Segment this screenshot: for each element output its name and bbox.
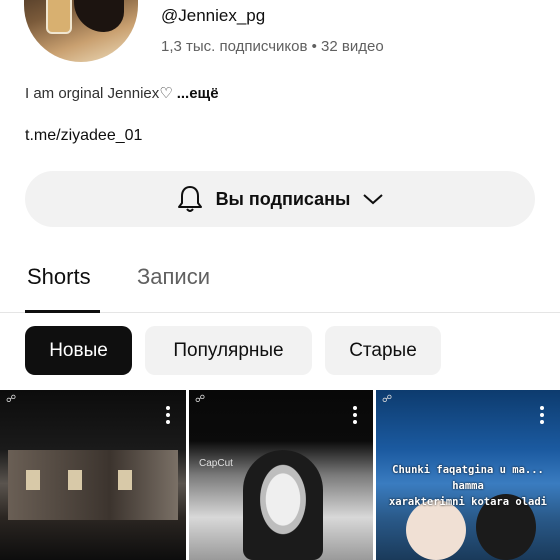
more-options-icon[interactable] xyxy=(166,406,170,427)
avatar-hair-shape xyxy=(74,0,124,32)
channel-avatar[interactable] xyxy=(24,0,138,62)
watermark-icon: ☍ xyxy=(195,394,206,405)
short-thumbnail-3[interactable]: ☍ Chunki faqatgina u ma... hamma xarakte… xyxy=(376,390,560,560)
thumbnail-portrait xyxy=(243,450,323,560)
subscribed-button[interactable]: Вы подписаны xyxy=(25,171,535,227)
short-thumbnail-2[interactable]: ☍ CapCut xyxy=(189,390,373,560)
short-caption-line-2: xarakterimni kotara oladi xyxy=(388,496,548,508)
bio-text: I am orginal Jenniex♡ xyxy=(25,85,173,102)
tab-posts[interactable]: Записи xyxy=(137,264,210,290)
active-tab-indicator xyxy=(25,310,100,313)
subscribed-label: Вы подписаны xyxy=(215,188,351,209)
short-caption-line-1: Chunki faqatgina u ma... hamma xyxy=(392,464,544,492)
short-thumbnail-1[interactable]: ☍ xyxy=(0,390,186,560)
channel-meta: 1,3 тыс. подписчиков • 32 видео xyxy=(161,38,384,55)
channel-bio[interactable]: I am orginal Jenniex♡ ...ещё xyxy=(25,84,219,102)
watermark-icon: ☍ xyxy=(382,394,393,405)
more-options-icon[interactable] xyxy=(353,406,357,427)
capcut-watermark: CapCut xyxy=(199,458,233,469)
watermark-icon: ☍ xyxy=(6,394,17,405)
channel-handle: @Jenniex_pg xyxy=(161,6,266,25)
short-caption: Chunki faqatgina u ma... hamma xarakteri… xyxy=(376,462,560,510)
thumbnail-building xyxy=(8,450,178,520)
channel-link[interactable]: t.me/ziyadee_01 xyxy=(25,127,142,145)
chip-popular[interactable]: Популярные xyxy=(145,326,312,375)
more-options-icon[interactable] xyxy=(540,406,544,427)
bell-icon xyxy=(177,186,202,212)
avatar-cup-shape xyxy=(46,0,72,34)
bio-more-link[interactable]: ...ещё xyxy=(177,85,219,102)
channel-tabs: Shorts Записи xyxy=(0,250,560,313)
chevron-down-icon xyxy=(363,194,384,205)
chip-old[interactable]: Старые xyxy=(325,326,441,375)
tab-shorts[interactable]: Shorts xyxy=(27,264,91,290)
chip-new[interactable]: Новые xyxy=(25,326,132,375)
